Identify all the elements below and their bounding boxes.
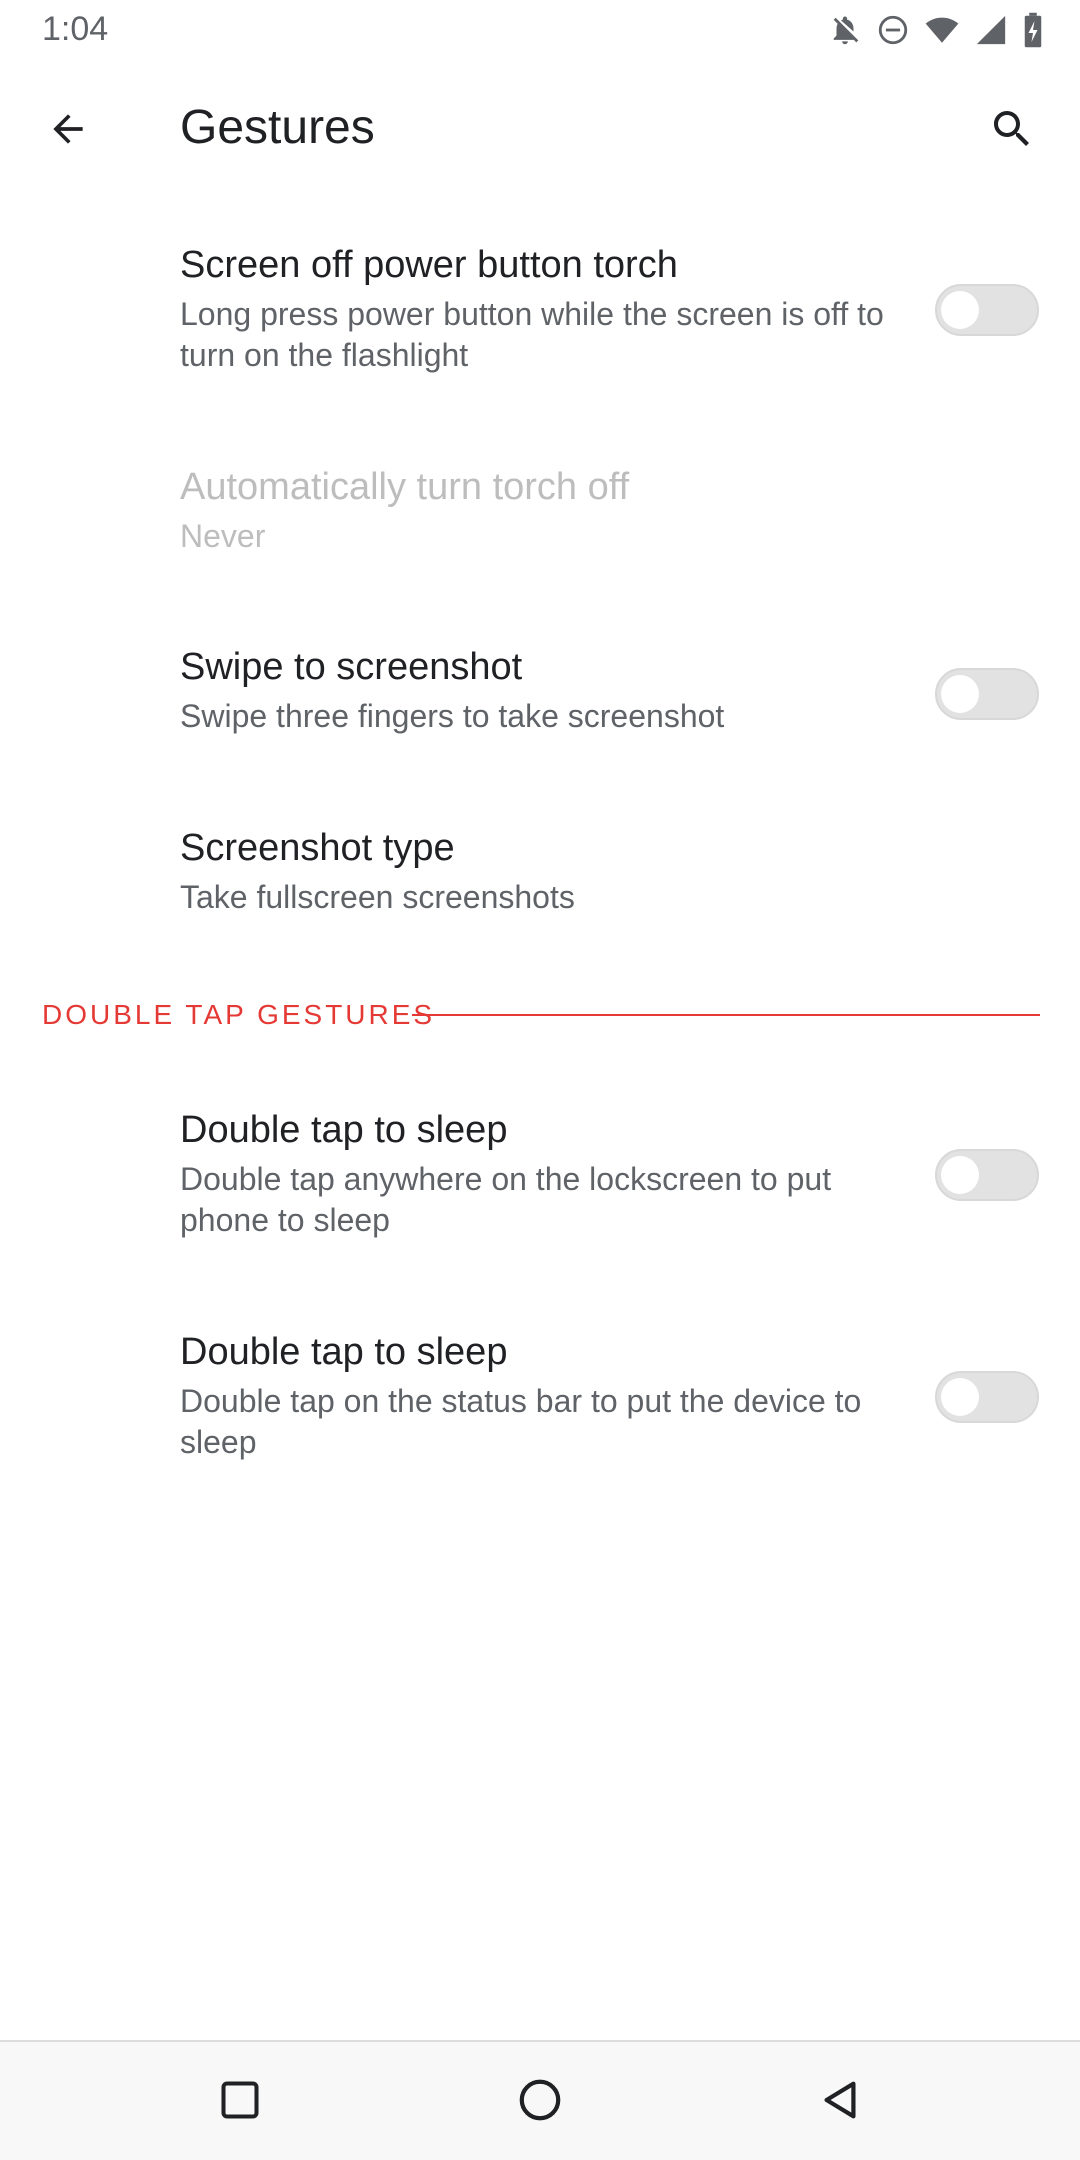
pref-swipe-screenshot[interactable]: Swipe to screenshot Swipe three fingers … (0, 620, 1080, 770)
toggle-thumb (941, 291, 979, 329)
toggle-screen-off-torch[interactable] (933, 284, 1041, 336)
pref-text: Automatically turn torch off Never (180, 464, 900, 557)
pref-title: Screenshot type (180, 827, 455, 869)
cell-signal-icon (974, 13, 1008, 47)
pref-text: Swipe to screenshot Swipe three fingers … (180, 644, 900, 737)
pref-screen-off-torch[interactable]: Screen off power button torch Long press… (0, 220, 1080, 400)
status-icons (828, 10, 1044, 50)
search-button[interactable] (974, 93, 1050, 169)
pref-text: Double tap to sleep Double tap anywhere … (180, 1107, 900, 1241)
pref-title: Double tap to sleep (180, 1331, 508, 1373)
battery-charging-icon (1022, 12, 1044, 48)
toggle-double-tap-sleep-statusbar[interactable] (933, 1371, 1041, 1423)
search-icon (988, 105, 1036, 158)
pref-text: Double tap to sleep Double tap on the st… (180, 1329, 900, 1463)
category-divider (412, 1014, 1040, 1016)
toggle-thumb (941, 675, 979, 713)
recents-button[interactable] (198, 2060, 282, 2144)
back-icon (817, 2077, 863, 2128)
pref-summary: Swipe three fingers to take screenshot (180, 698, 725, 734)
home-icon (517, 2077, 563, 2128)
arrow-back-icon (46, 107, 90, 156)
recents-icon (218, 2078, 262, 2127)
category-double-tap: DOUBLE TAP GESTURES (0, 995, 1080, 1035)
notifications-off-icon (828, 13, 862, 47)
pref-double-tap-sleep-lockscreen[interactable]: Double tap to sleep Double tap anywhere … (0, 1085, 1080, 1265)
pref-title: Automatically turn torch off (180, 466, 630, 508)
pref-text: Screenshot type Take fullscreen screensh… (180, 825, 900, 918)
category-label: DOUBLE TAP GESTURES (42, 999, 436, 1030)
toggle-double-tap-sleep-lockscreen[interactable] (933, 1149, 1041, 1201)
pref-summary: Long press power button while the screen… (180, 296, 884, 373)
pref-text: Screen off power button torch Long press… (180, 242, 900, 376)
pref-auto-torch-off: Automatically turn torch off Never (0, 440, 1080, 590)
back-button[interactable] (30, 93, 106, 169)
pref-title: Screen off power button torch (180, 244, 678, 286)
do-not-disturb-icon (876, 13, 910, 47)
pref-title: Swipe to screenshot (180, 646, 523, 688)
pref-summary: Never (180, 518, 266, 554)
wifi-icon (924, 13, 960, 47)
settings-screen: 1:04 Gestures Screen off power button to… (0, 0, 1080, 2160)
toggle-thumb (941, 1156, 979, 1194)
pref-summary: Take fullscreen screenshots (180, 879, 575, 915)
pref-screenshot-type[interactable]: Screenshot type Take fullscreen screensh… (0, 800, 1080, 950)
pref-title: Double tap to sleep (180, 1109, 508, 1151)
status-bar: 1:04 (0, 0, 1080, 62)
status-time: 1:04 (42, 10, 109, 48)
pref-summary: Double tap on the status bar to put the … (180, 1383, 862, 1460)
nav-back-button[interactable] (798, 2060, 882, 2144)
toggle-swipe-screenshot[interactable] (933, 668, 1041, 720)
app-bar: Gestures (0, 62, 1080, 200)
page-title: Gestures (180, 101, 375, 154)
home-button[interactable] (498, 2060, 582, 2144)
toggle-thumb (941, 1378, 979, 1416)
pref-double-tap-sleep-statusbar[interactable]: Double tap to sleep Double tap on the st… (0, 1307, 1080, 1487)
pref-summary: Double tap anywhere on the lockscreen to… (180, 1161, 832, 1238)
navigation-bar (0, 2040, 1080, 2160)
